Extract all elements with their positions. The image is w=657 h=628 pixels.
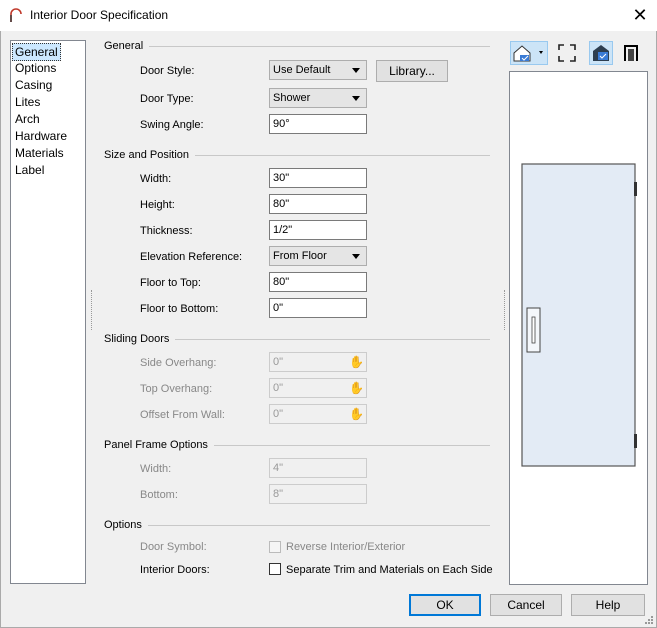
nav-item-general[interactable]: General xyxy=(12,43,61,61)
door-style-select[interactable]: Use Default xyxy=(269,60,367,80)
expand-icon xyxy=(558,44,576,62)
nav-item-arch[interactable]: Arch xyxy=(13,111,42,127)
floor-to-bottom-label: Floor to Bottom: xyxy=(140,303,219,315)
panel-bottom-label: Bottom: xyxy=(140,489,178,501)
floor-to-top-input[interactable]: 80" xyxy=(269,272,367,292)
doorway-view-button[interactable] xyxy=(621,41,645,65)
side-overhang-value: 0" xyxy=(273,356,284,368)
panel-width-input[interactable]: 4" xyxy=(269,458,367,478)
top-overhang-input[interactable]: 0" ✋ xyxy=(269,378,367,398)
floor-to-bottom-input[interactable]: 0" xyxy=(269,298,367,318)
section-heading-options: Options xyxy=(104,519,148,531)
cancel-button[interactable]: Cancel xyxy=(490,594,562,616)
separate-trim-checkbox[interactable] xyxy=(269,563,281,575)
height-label: Height: xyxy=(140,199,175,211)
close-icon[interactable]: ✕ xyxy=(630,5,650,25)
section-heading-general: General xyxy=(104,40,150,52)
view-mode-button[interactable] xyxy=(510,41,548,65)
section-divider xyxy=(104,46,490,47)
splitter-grip[interactable] xyxy=(504,290,507,330)
nav-item-hardware[interactable]: Hardware xyxy=(13,128,69,144)
window-title: Interior Door Specification xyxy=(30,8,169,22)
elevation-reference-select[interactable]: From Floor xyxy=(269,246,367,266)
chevron-down-icon xyxy=(352,68,360,73)
offset-from-wall-label: Offset From Wall: xyxy=(140,409,225,421)
separate-trim-label: Separate Trim and Materials on Each Side xyxy=(286,564,493,576)
elevation-reference-value: From Floor xyxy=(273,250,327,262)
offset-from-wall-input[interactable]: 0" ✋ xyxy=(269,404,367,424)
width-label: Width: xyxy=(140,173,172,185)
nav-item-label[interactable]: Label xyxy=(13,162,46,178)
section-divider xyxy=(104,525,490,526)
nav-item-materials[interactable]: Materials xyxy=(13,145,66,161)
category-list[interactable]: General Options Casing Lites Arch Hardwa… xyxy=(10,40,86,584)
door-style-label: Door Style: xyxy=(140,65,195,77)
shower-door-drawing xyxy=(521,163,637,467)
nav-item-options[interactable]: Options xyxy=(13,60,58,76)
swing-angle-input[interactable]: 90° xyxy=(269,114,367,134)
panel-width-label: Width: xyxy=(140,463,172,475)
door-type-value: Shower xyxy=(273,92,311,104)
thickness-label: Thickness: xyxy=(140,225,193,237)
stepper-icon: ✋ xyxy=(349,355,364,369)
side-overhang-label: Side Overhang: xyxy=(140,357,217,369)
swing-angle-label: Swing Angle: xyxy=(140,119,204,131)
offset-from-wall-value: 0" xyxy=(273,408,284,420)
title-bar: Interior Door Specification ✕ xyxy=(0,0,657,31)
library-button[interactable]: Library... xyxy=(376,60,448,82)
section-heading-size: Size and Position xyxy=(104,149,195,161)
resize-grip-icon[interactable] xyxy=(644,615,654,625)
door-type-select[interactable]: Shower xyxy=(269,88,367,108)
ok-button[interactable]: OK xyxy=(409,594,481,616)
top-overhang-value: 0" xyxy=(273,382,284,394)
door-symbol-label: Door Symbol: xyxy=(140,541,207,553)
stepper-icon: ✋ xyxy=(349,407,364,421)
reverse-interior-exterior-label: Reverse Interior/Exterior xyxy=(286,541,406,553)
chevron-down-icon xyxy=(352,96,360,101)
thickness-input[interactable]: 1/2" xyxy=(269,220,367,240)
width-input[interactable]: 30" xyxy=(269,168,367,188)
floor-to-top-label: Floor to Top: xyxy=(140,277,201,289)
fill-window-button[interactable] xyxy=(555,41,579,65)
door-type-label: Door Type: xyxy=(140,93,194,105)
nav-item-casing[interactable]: Casing xyxy=(13,77,54,93)
top-overhang-label: Top Overhang: xyxy=(140,383,213,395)
door-style-value: Use Default xyxy=(273,64,331,76)
doorway-icon xyxy=(624,45,638,61)
door-check-icon xyxy=(593,45,609,61)
elevation-reference-label: Elevation Reference: xyxy=(140,251,243,263)
stepper-icon: ✋ xyxy=(349,381,364,395)
chevron-down-icon xyxy=(352,254,360,259)
section-heading-sliding: Sliding Doors xyxy=(104,333,176,345)
nav-item-lites[interactable]: Lites xyxy=(13,94,42,110)
splitter-grip[interactable] xyxy=(91,290,94,330)
side-overhang-input[interactable]: 0" ✋ xyxy=(269,352,367,372)
height-input[interactable]: 80" xyxy=(269,194,367,214)
house-view-icon xyxy=(513,45,543,62)
show-door-button[interactable] xyxy=(589,41,613,65)
interior-doors-label: Interior Doors: xyxy=(140,564,210,576)
panel-bottom-input[interactable]: 8" xyxy=(269,484,367,504)
section-heading-panel: Panel Frame Options xyxy=(104,439,214,451)
help-button[interactable]: Help xyxy=(571,594,645,616)
reverse-interior-exterior-checkbox[interactable] xyxy=(269,541,281,553)
door-preview xyxy=(509,71,648,585)
arch-app-icon xyxy=(10,8,22,22)
